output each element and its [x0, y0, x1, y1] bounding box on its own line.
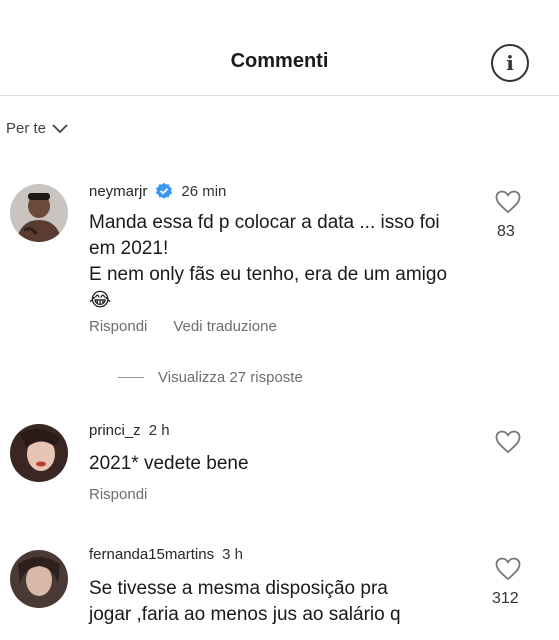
avatar[interactable] — [10, 550, 68, 608]
see-translation-button[interactable]: Vedi traduzione — [173, 318, 276, 335]
avatar[interactable] — [10, 424, 68, 482]
comment-time: 26 min — [181, 182, 227, 200]
reply-button[interactable]: Rispondi — [89, 486, 147, 503]
chevron-down-icon — [52, 123, 68, 133]
header-bar: Commenti i — [0, 0, 559, 96]
like-button[interactable] — [493, 557, 523, 586]
comment-text-line: jogar ,faria ao menos jus ao salário q — [89, 604, 401, 625]
sort-label: Per te — [6, 120, 47, 137]
page-title: Commenti — [230, 50, 329, 72]
comment-text-line: Se tivesse a mesma disposição pra — [89, 578, 388, 599]
reply-button[interactable]: Rispondi — [89, 318, 147, 335]
emoji-laughing: 😂 — [89, 290, 112, 311]
like-count: 83 — [497, 223, 515, 240]
sort-dropdown[interactable]: Per te — [6, 120, 68, 137]
comment-username[interactable]: neymarjr — [89, 183, 147, 200]
comment-text: Se tivesse a mesma disposição pra jogar … — [89, 576, 484, 628]
like-button[interactable] — [493, 190, 523, 219]
comment-text: Manda essa fd p colocar a data ... isso … — [89, 210, 484, 314]
avatar[interactable] — [10, 184, 68, 242]
comment-text-line: E nem only fãs eu tenho, era de um amigo — [89, 264, 448, 285]
heart-icon — [495, 190, 521, 214]
like-count: 312 — [492, 590, 519, 607]
verified-badge-icon — [156, 182, 173, 199]
heart-icon — [495, 430, 521, 454]
comment-text-line: Manda essa fd p colocar a data ... isso … — [89, 212, 440, 233]
view-replies-button[interactable]: Visualizza 27 risposte — [118, 369, 303, 386]
view-replies-label: Visualizza 27 risposte — [158, 369, 303, 386]
divider-line — [118, 377, 144, 378]
comment-time: 3 h — [222, 546, 243, 563]
comment-time: 2 h — [148, 422, 170, 439]
info-icon[interactable]: i — [491, 44, 529, 82]
comment-username[interactable]: fernanda15martins — [89, 546, 214, 563]
comment-username[interactable]: princi_z — [89, 422, 141, 439]
comment-text-line: em 2021! — [89, 238, 169, 259]
heart-icon — [495, 557, 521, 581]
comment-text-line: 2021* vedete bene — [89, 453, 249, 474]
comment-text: 2021* vedete bene — [89, 451, 484, 477]
like-button[interactable] — [493, 430, 523, 459]
